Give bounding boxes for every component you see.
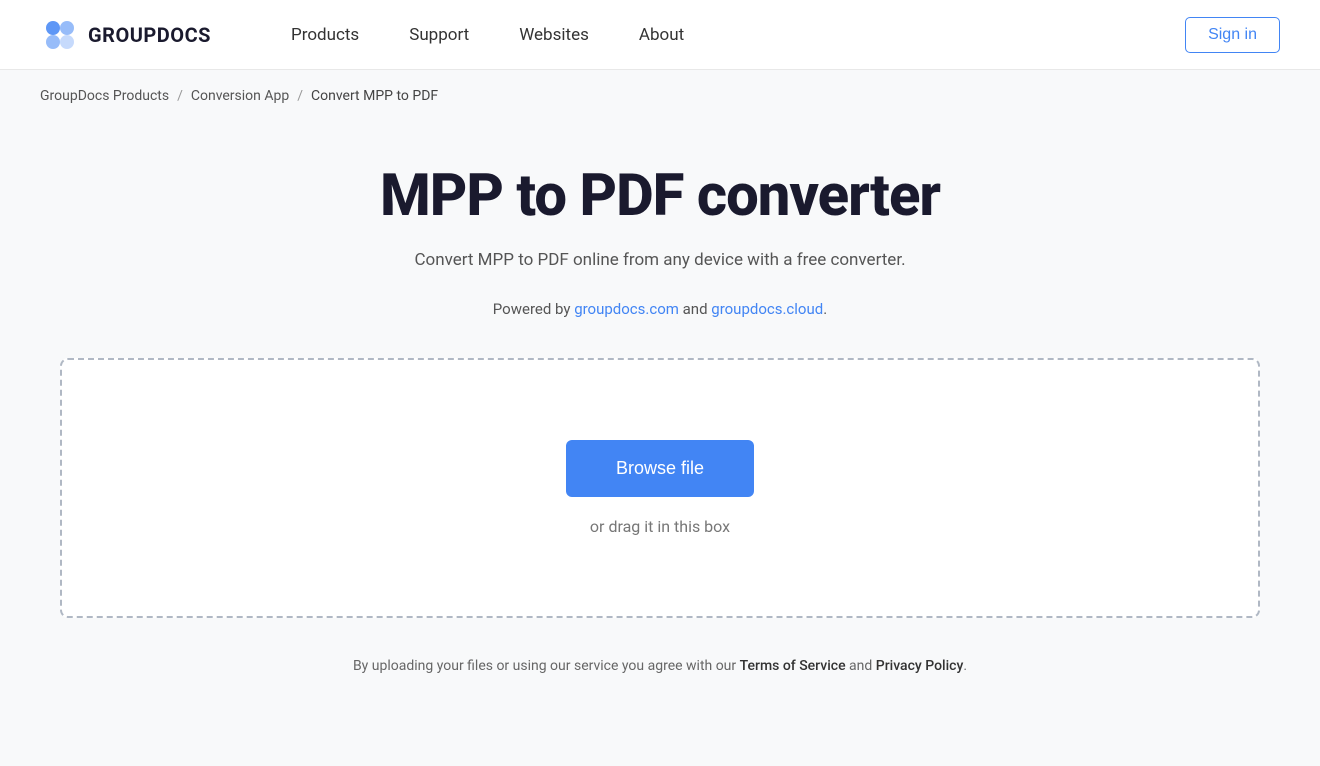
groupdocs-cloud-link[interactable]: groupdocs.cloud	[711, 300, 823, 318]
nav-about[interactable]: About	[639, 25, 684, 45]
drag-text: or drag it in this box	[590, 517, 730, 536]
breadcrumb: GroupDocs Products / Conversion App / Co…	[0, 70, 1320, 122]
logo[interactable]: GROUPDOCS	[40, 15, 211, 55]
breadcrumb-separator-1: /	[177, 88, 183, 104]
groupdocs-com-link[interactable]: groupdocs.com	[574, 300, 679, 318]
groupdocs-logo-icon	[40, 15, 80, 55]
nav-websites[interactable]: Websites	[519, 25, 589, 45]
breadcrumb-home[interactable]: GroupDocs Products	[40, 88, 169, 104]
breadcrumb-separator-2: /	[297, 88, 303, 104]
privacy-policy-link[interactable]: Privacy Policy	[876, 658, 964, 674]
upload-dropzone[interactable]: Browse file or drag it in this box	[60, 358, 1260, 618]
powered-by-text: Powered by groupdocs.com and groupdocs.c…	[493, 300, 827, 318]
breadcrumb-current: Convert MPP to PDF	[311, 88, 438, 104]
nav-products[interactable]: Products	[291, 25, 359, 45]
page-title: MPP to PDF converter	[380, 162, 940, 230]
browse-file-button[interactable]: Browse file	[566, 440, 754, 497]
logo-text: GROUPDOCS	[88, 23, 211, 47]
footer-note: By uploading your files or using our ser…	[353, 658, 967, 674]
page-subtitle: Convert MPP to PDF online from any devic…	[414, 250, 905, 270]
terms-of-service-link[interactable]: Terms of Service	[740, 658, 846, 674]
sign-in-button[interactable]: Sign in	[1185, 17, 1280, 53]
breadcrumb-conversion-app[interactable]: Conversion App	[191, 88, 289, 104]
nav-support[interactable]: Support	[409, 25, 469, 45]
